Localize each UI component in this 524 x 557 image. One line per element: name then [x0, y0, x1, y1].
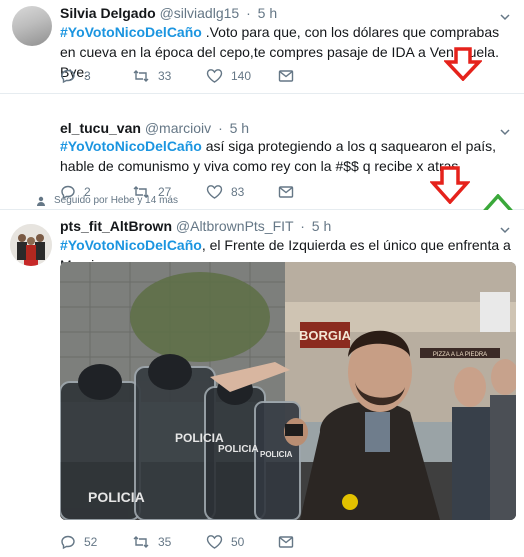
user-handle[interactable]: @marcioiv: [145, 120, 211, 136]
like-count: 140: [231, 69, 252, 83]
user-handle[interactable]: @silviadlg15: [160, 5, 240, 21]
red-down-arrow-icon: [430, 166, 470, 204]
tweet-actions: 52 35 50: [60, 532, 294, 552]
retweet-icon: [133, 186, 149, 198]
direct-message-button[interactable]: [278, 69, 294, 83]
retweet-count: 35: [158, 535, 172, 549]
envelope-icon: [278, 70, 294, 82]
tweet-actions: 2 27 83: [60, 182, 294, 202]
like-count: 50: [231, 535, 245, 549]
retweet-button[interactable]: 27: [132, 184, 206, 200]
tweet-header: pts_fit_AltBrown @AltbrownPts_FIT · 5 h: [60, 218, 331, 234]
group-photo-avatar-icon: [10, 224, 52, 266]
retweet-count: 33: [158, 69, 172, 83]
like-button[interactable]: 50: [206, 534, 278, 550]
separator-dot: ·: [218, 120, 223, 136]
heart-icon: [206, 69, 223, 83]
sign-pizza: PIZZA A LA PIEDRA: [433, 352, 487, 358]
heart-icon: [206, 185, 223, 199]
display-name[interactable]: pts_fit_AltBrown: [60, 218, 172, 234]
chevron-down-icon[interactable]: [500, 12, 510, 22]
heart-icon: [206, 535, 223, 549]
retweet-icon: [133, 536, 149, 548]
shield-text-1: POLICIA: [88, 489, 145, 505]
user-handle[interactable]: @AltbrownPts_FIT: [176, 218, 293, 234]
reply-icon: [61, 185, 75, 200]
retweet-button[interactable]: 33: [132, 68, 206, 84]
red-down-arrow-icon: [444, 47, 482, 81]
sign-borgia: BORGIA: [299, 328, 352, 343]
avatar[interactable]: [10, 224, 52, 266]
tweet-actions: 3 33 140: [60, 66, 294, 86]
display-name[interactable]: Silvia Delgado: [60, 5, 156, 21]
retweet-icon: [133, 70, 149, 82]
tweet-silvia-delgado[interactable]: Silvia Delgado @silviadlg15 · 5 h #YoVot…: [0, 0, 524, 94]
hashtag-link[interactable]: #YoVotoNicoDelCaño: [60, 138, 202, 154]
timestamp[interactable]: 5 h: [258, 5, 277, 21]
timestamp[interactable]: 5 h: [312, 218, 331, 234]
timestamp[interactable]: 5 h: [230, 120, 249, 136]
retweet-button[interactable]: 35: [132, 534, 206, 550]
hashtag-link[interactable]: #YoVotoNicoDelCaño: [60, 24, 202, 40]
person-icon: [37, 196, 45, 206]
chevron-down-icon[interactable]: [500, 225, 510, 235]
like-button[interactable]: 83: [206, 184, 278, 200]
tweet-header: el_tucu_van @marcioiv · 5 h: [60, 120, 249, 136]
display-name[interactable]: el_tucu_van: [60, 120, 141, 136]
like-count: 83: [231, 185, 245, 199]
shield-text-3: POLICIA: [218, 444, 259, 455]
reply-icon: [61, 535, 75, 550]
reply-count: 3: [84, 69, 91, 83]
reply-button[interactable]: 52: [60, 534, 132, 550]
reply-count: 2: [84, 185, 91, 199]
shield-text-2: POLICIA: [175, 431, 224, 445]
envelope-icon: [278, 186, 294, 198]
reply-button[interactable]: 2: [60, 184, 132, 200]
direct-message-button[interactable]: [278, 535, 294, 549]
retweet-count: 27: [158, 185, 172, 199]
separator-dot: ·: [246, 5, 251, 21]
tweet-photo[interactable]: BORGIA PIZZA A LA PIEDRA POLICIA POLICIA…: [60, 262, 516, 520]
avatar[interactable]: [12, 6, 52, 46]
hashtag-link[interactable]: #YoVotoNicoDelCaño: [60, 237, 202, 253]
reply-icon: [61, 69, 75, 84]
protest-photo-illustration: BORGIA PIZZA A LA PIEDRA POLICIA POLICIA…: [60, 262, 516, 520]
reply-button[interactable]: 3: [60, 68, 132, 84]
tweet-pts-fit-altbrown[interactable]: pts_fit_AltBrown @AltbrownPts_FIT · 5 h …: [0, 210, 524, 557]
separator-dot: ·: [300, 218, 305, 234]
reply-count: 52: [84, 535, 98, 549]
tweet-header: Silvia Delgado @silviadlg15 · 5 h: [60, 5, 277, 21]
envelope-icon: [278, 536, 294, 548]
direct-message-button[interactable]: [278, 185, 294, 199]
shield-text-4: POLICIA: [260, 450, 293, 459]
tweet-el-tucu-van[interactable]: Seguido por Hebe y 14 más el_tucu_van @m…: [0, 94, 524, 256]
like-button[interactable]: 140: [206, 68, 278, 84]
